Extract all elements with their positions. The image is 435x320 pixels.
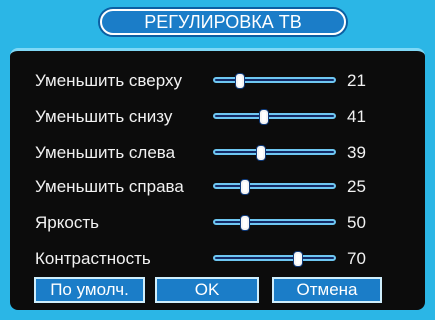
- default-button[interactable]: По умолч.: [34, 277, 145, 303]
- setting-label-brightness: Яркость: [35, 213, 99, 232]
- slider-brightness-track[interactable]: [213, 215, 336, 231]
- setting-value-right: 25: [347, 177, 366, 196]
- slider-right-knob[interactable]: [239, 179, 250, 195]
- setting-value-top: 21: [347, 71, 366, 90]
- setting-value-brightness: 50: [347, 213, 366, 232]
- setting-label-top: Уменьшить сверху: [35, 71, 182, 90]
- setting-value-contrast: 70: [347, 249, 366, 268]
- slider-top-track[interactable]: [213, 73, 336, 89]
- slider-left-track[interactable]: [213, 145, 336, 161]
- setting-label-bottom: Уменьшить снизу: [35, 107, 173, 126]
- slider-bottom-track[interactable]: [213, 109, 336, 125]
- slider-contrast-knob[interactable]: [293, 251, 304, 267]
- slider-brightness-knob[interactable]: [239, 215, 250, 231]
- setting-label-contrast: Контрастность: [35, 249, 151, 268]
- cancel-button[interactable]: Отмена: [272, 277, 382, 303]
- slider-contrast-track[interactable]: [213, 251, 336, 267]
- dialog-title: РЕГУЛИРОВКА ТВ: [100, 9, 346, 35]
- slider-top-knob[interactable]: [234, 73, 245, 89]
- setting-value-left: 39: [347, 143, 366, 162]
- setting-label-right: Уменьшить справа: [35, 177, 184, 196]
- slider-left-knob[interactable]: [256, 145, 267, 161]
- setting-value-bottom: 41: [347, 107, 366, 126]
- ok-button[interactable]: OK: [155, 277, 259, 303]
- dialog-frame: РЕГУЛИРОВКА ТВ Уменьшить сверху 21 Умень…: [0, 0, 435, 320]
- setting-label-left: Уменьшить слева: [35, 143, 176, 162]
- slider-bottom-knob[interactable]: [258, 109, 269, 125]
- slider-right-track[interactable]: [213, 179, 336, 195]
